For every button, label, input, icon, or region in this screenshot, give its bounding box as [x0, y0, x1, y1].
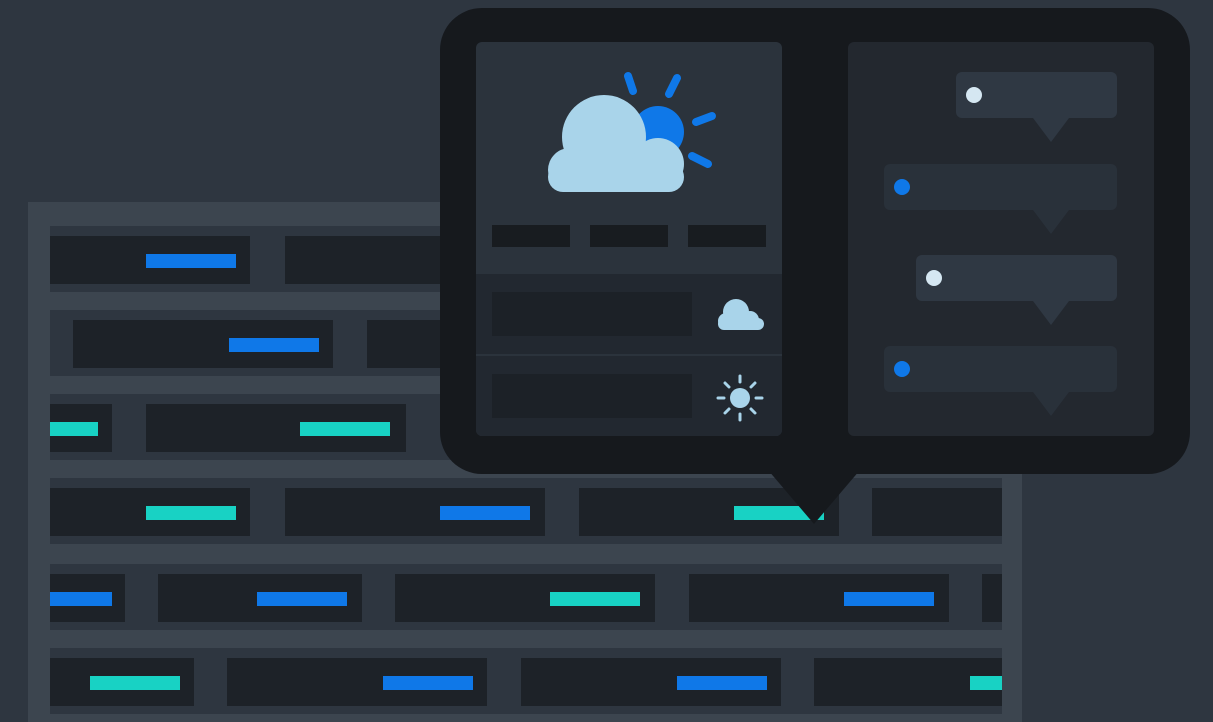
status-bar: [50, 592, 112, 606]
status-dot: [966, 87, 982, 103]
grid-card[interactable]: [982, 574, 1002, 622]
grid-card[interactable]: [872, 488, 1002, 536]
grid-card[interactable]: [814, 658, 1002, 706]
forecast-field: [492, 374, 692, 418]
forecast-field: [492, 292, 692, 336]
weather-hero: [476, 42, 782, 270]
day-tab[interactable]: [492, 225, 570, 247]
status-bar: [677, 676, 767, 690]
bubble-tail: [1033, 392, 1069, 416]
grid-card[interactable]: [395, 574, 655, 622]
grid-card[interactable]: [227, 658, 487, 706]
sun-icon: [716, 374, 764, 422]
status-bar: [257, 592, 347, 606]
grid-card[interactable]: [158, 574, 362, 622]
notification-bubble[interactable]: [884, 346, 1117, 416]
cloud-icon: [718, 299, 764, 330]
day-tab[interactable]: [688, 225, 766, 247]
grid-card[interactable]: [50, 658, 194, 706]
grid-card[interactable]: [50, 488, 250, 536]
day-tab[interactable]: [590, 225, 668, 247]
grid-row: [50, 564, 1002, 630]
notification-bubble[interactable]: [956, 72, 1117, 142]
status-dot: [894, 361, 910, 377]
forecast-row-cloudy[interactable]: [476, 274, 782, 354]
forecast-row-sunny[interactable]: [476, 356, 782, 436]
status-bar: [90, 676, 180, 690]
partly-cloudy-icon: [548, 72, 716, 192]
status-bar: [229, 338, 319, 352]
grid-card[interactable]: [50, 236, 250, 284]
notifications-panel: [848, 42, 1154, 436]
status-bar: [550, 592, 640, 606]
bubble-tail: [1033, 118, 1069, 142]
status-bar: [440, 506, 530, 520]
grid-card[interactable]: [50, 404, 112, 452]
bubble-tail: [1033, 210, 1069, 234]
status-bar: [146, 254, 236, 268]
status-dot: [894, 179, 910, 195]
status-bar: [970, 676, 1002, 690]
bubble-tail: [1033, 301, 1069, 325]
grid-card[interactable]: [689, 574, 949, 622]
grid-card[interactable]: [73, 320, 333, 368]
grid-row: [50, 648, 1002, 714]
status-bar: [146, 506, 236, 520]
grid-card[interactable]: [50, 574, 125, 622]
status-dot: [926, 270, 942, 286]
status-bar: [50, 422, 98, 436]
grid-card[interactable]: [146, 404, 406, 452]
grid-card[interactable]: [285, 488, 545, 536]
status-bar: [300, 422, 390, 436]
grid-card[interactable]: [521, 658, 781, 706]
status-bar: [844, 592, 934, 606]
weather-panel: [476, 42, 782, 436]
popover-pointer: [768, 470, 860, 524]
notification-bubble[interactable]: [916, 255, 1117, 325]
status-bar: [383, 676, 473, 690]
notification-bubble[interactable]: [884, 164, 1117, 234]
